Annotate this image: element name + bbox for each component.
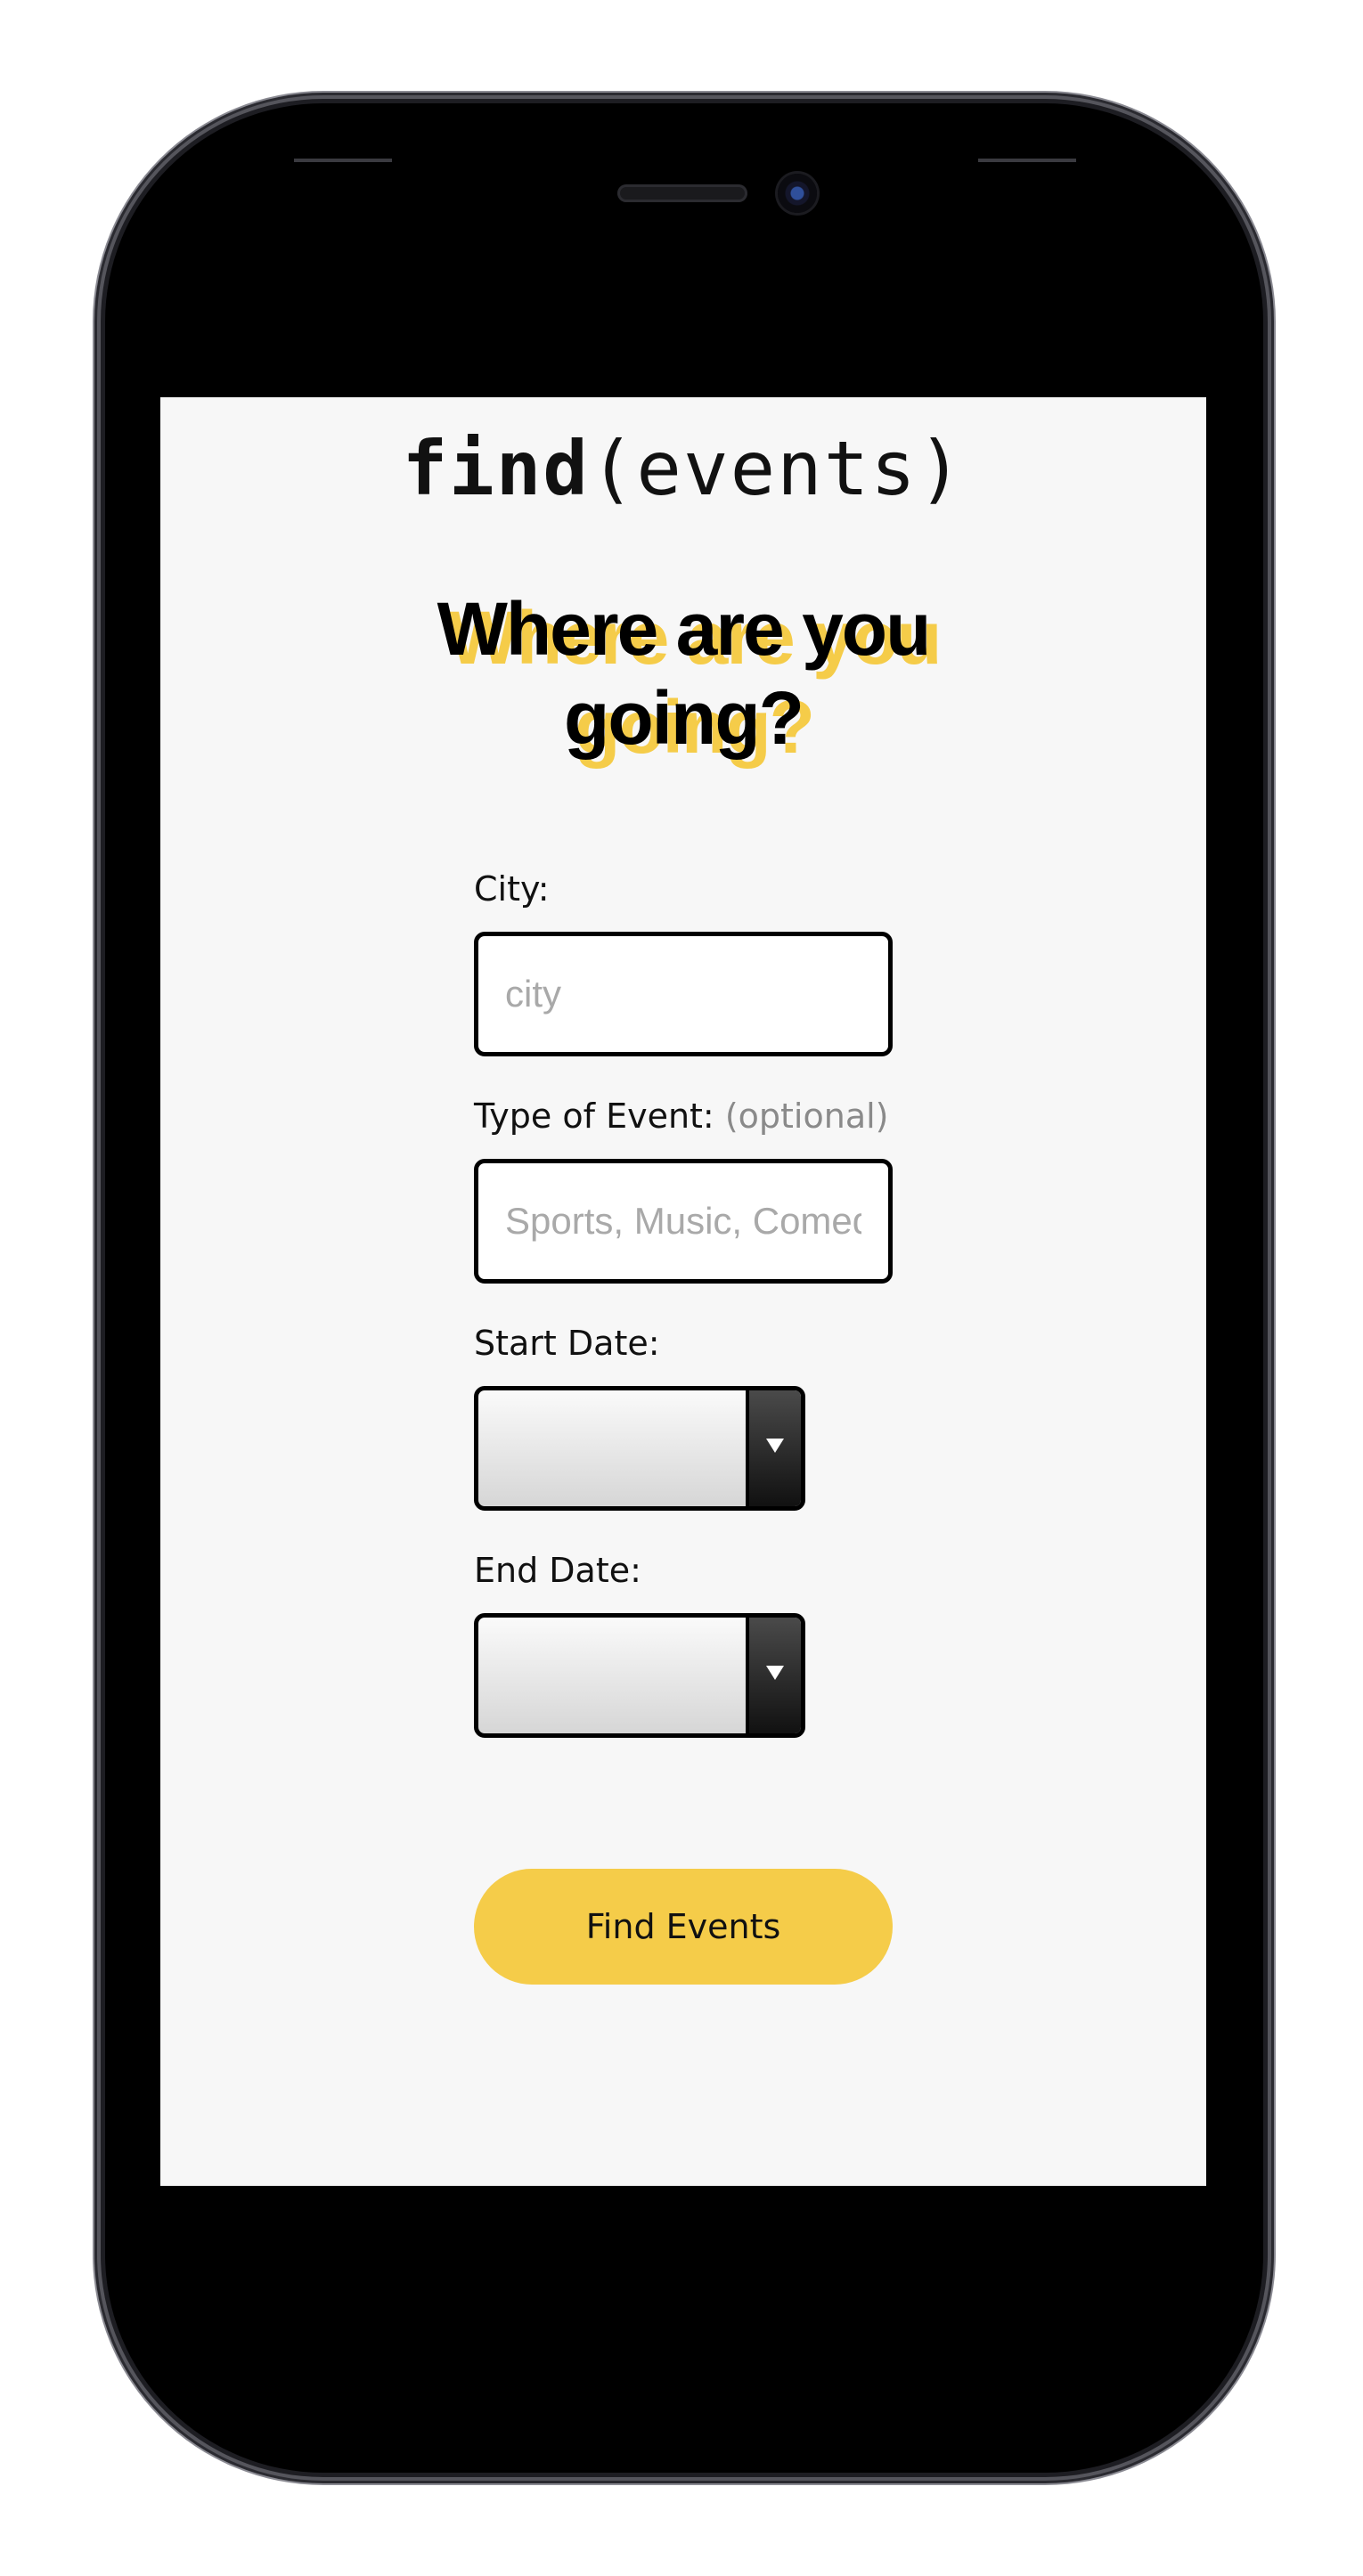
brand-bold-text: find xyxy=(402,425,590,512)
event-type-label: Type of Event: (optional) xyxy=(474,1096,888,1136)
page-headline: Where are you going? xyxy=(160,584,1206,762)
silent-switch xyxy=(94,485,105,571)
volume-down-button xyxy=(94,882,105,1060)
city-label: City: xyxy=(474,869,550,909)
dropdown-arrow-icon[interactable] xyxy=(746,1618,801,1733)
speaker-grille xyxy=(617,184,747,202)
front-camera-icon xyxy=(778,174,817,213)
event-type-label-text: Type of Event: xyxy=(474,1096,714,1136)
volume-up-button xyxy=(94,655,105,833)
antenna-line xyxy=(978,159,1076,162)
headline-line-1: Where are you xyxy=(437,587,932,671)
end-date-select[interactable] xyxy=(474,1613,805,1738)
antenna-line xyxy=(294,159,392,162)
power-button xyxy=(1263,713,1274,993)
end-date-label: End Date: xyxy=(474,1551,641,1590)
optional-hint: (optional) xyxy=(724,1096,889,1136)
city-input[interactable] xyxy=(474,932,893,1056)
brand-rest-text: (events) xyxy=(589,425,965,512)
event-type-input[interactable] xyxy=(474,1159,893,1284)
start-date-label: Start Date: xyxy=(474,1324,660,1363)
start-date-select[interactable] xyxy=(474,1386,805,1511)
app-screen: find(events) Where are you going? City: … xyxy=(160,397,1206,2186)
dropdown-arrow-icon[interactable] xyxy=(746,1390,801,1506)
brand-logo: find(events) xyxy=(160,431,1206,506)
find-events-button[interactable]: Find Events xyxy=(474,1869,893,1985)
headline-line-2: going? xyxy=(564,676,804,760)
